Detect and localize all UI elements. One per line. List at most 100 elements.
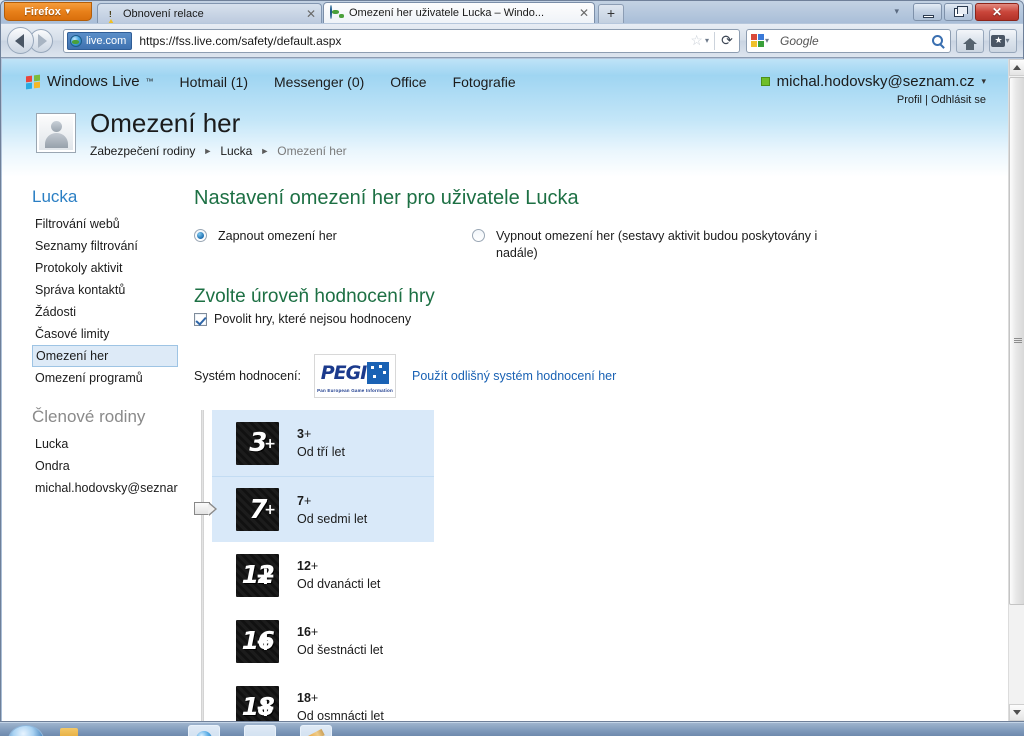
rating-description: Od osmnácti let [297,709,384,721]
chevron-right-icon: ► [260,146,270,156]
nav-item-fotografie[interactable]: Fotografie [453,74,516,90]
rating-item-12plus[interactable]: 12 + 12+ Od dvanácti let [212,542,434,608]
new-tab-button[interactable]: + [598,4,624,23]
radio-option-disable[interactable]: Vypnout omezení her (sestavy aktivit bud… [472,228,842,262]
radio-button-icon[interactable] [194,229,207,242]
windows-live-nav: Windows Live ™ Hotmail (1) Messenger (0) … [26,73,516,90]
bookmarks-button[interactable]: ★ ▾ [989,28,1017,53]
tab-session-restore[interactable]: Obnovení relace ✕ [97,3,322,23]
pegi-wordmark: PEGI [320,362,368,384]
slider-track-line [201,410,204,721]
rating-age-suffix: + [303,493,312,508]
close-icon[interactable]: ✕ [305,8,317,20]
sidebar-item-web-filtering[interactable]: Filtrování webů [32,213,194,235]
windows-live-header: Windows Live ™ Hotmail (1) Messenger (0) … [2,59,1008,177]
chevron-down-icon: ▼ [63,7,72,17]
nav-item-office[interactable]: Office [390,74,426,90]
sidebar-family-member-lucka[interactable]: Lucka [32,433,194,455]
nav-item-hotmail[interactable]: Hotmail (1) [180,74,248,90]
change-rating-system-link[interactable]: Použít odlišný systém hodnocení her [412,369,616,383]
breadcrumb-item-family-safety[interactable]: Zabezpečení rodiny [90,144,195,158]
enable-disable-radio-group: Zapnout omezení her Vypnout omezení her … [194,228,1008,262]
minimize-button[interactable] [913,3,942,21]
bookmark-star-icon[interactable]: ☆ [688,32,705,49]
start-button[interactable] [8,725,44,736]
badge-plus: + [255,560,276,590]
allow-unrated-checkbox-row[interactable]: Povolit hry, které nejsou hodnoceny [194,312,1008,326]
radio-option-enable[interactable]: Zapnout omezení her [194,228,472,245]
rating-item-7plus[interactable]: 7 + 7+ Od sedmi let [212,476,434,542]
scroll-up-button[interactable] [1009,59,1024,76]
close-window-button[interactable]: ✕ [975,3,1019,21]
page-scrollbar[interactable] [1008,59,1024,721]
sidebar-item-requests[interactable]: Žádosti [32,301,194,323]
home-button[interactable] [956,28,984,53]
scroll-down-button[interactable] [1009,704,1024,721]
scroll-down-arrow-icon [1013,710,1021,715]
taskbar-item-window[interactable] [244,725,276,736]
back-button[interactable] [7,27,34,54]
pegi-square-icon [367,362,390,384]
sidebar-item-filter-lists[interactable]: Seznamy filtrování [32,235,194,257]
avatar [36,113,76,153]
sidebar-item-program-restrictions[interactable]: Omezení programů [32,367,194,389]
site-identity-badge[interactable]: live.com [67,31,133,50]
pegi-badge-16-icon: 16 + [236,619,279,663]
rating-age-number: 18 [297,691,311,705]
firefox-menu-button[interactable]: Firefox ▼ [4,2,92,21]
signout-link[interactable]: Odhlásit se [931,94,986,106]
rating-slider-track[interactable] [194,410,217,721]
search-bar[interactable]: ▾ Google [746,28,951,53]
pegi-badge-18-icon: 18 + [236,685,279,721]
rating-item-18plus[interactable]: 18 + 18+ Od osmnácti let [212,674,434,721]
maximize-button[interactable] [944,3,973,21]
search-input[interactable]: Google [774,34,932,48]
breadcrumb-item-lucka[interactable]: Lucka [220,144,252,158]
rating-age-number: 16 [297,625,311,639]
rating-item-3plus[interactable]: 3 + 3+ Od tří let [212,410,434,476]
sidebar: Lucka Filtrování webů Seznamy filtrování… [2,177,194,721]
scrollbar-thumb[interactable] [1009,77,1024,605]
rating-age-suffix: + [310,625,319,639]
scroll-up-arrow-icon [1013,65,1021,70]
sidebar-item-time-limits[interactable]: Časové limity [32,323,194,345]
slider-handle[interactable] [194,502,217,516]
breadcrumb-item-current: Omezení her [277,144,347,158]
rating-item-16plus[interactable]: 16 + 16+ Od šestnácti let [212,608,434,674]
taskbar-folder-icon[interactable] [60,728,78,736]
profile-link[interactable]: Profil [897,94,922,106]
taskbar-item-editor[interactable] [300,725,332,736]
reload-button[interactable]: ⟳ [715,32,739,49]
web-page: Windows Live ™ Hotmail (1) Messenger (0) … [2,59,1008,721]
nav-item-messenger[interactable]: Messenger (0) [274,74,364,90]
address-bar[interactable]: live.com https://fss.live.com/safety/def… [63,28,740,53]
rating-text: 18+ Od osmnácti let [297,689,384,721]
account-links: Profil | Odhlásit se [761,94,986,106]
tab-list-chevron-down-icon[interactable]: ▾ [894,6,899,17]
sidebar-item-contact-management[interactable]: Správa kontaktů [32,279,194,301]
close-icon[interactable]: ✕ [578,7,590,19]
sidebar-item-game-restrictions[interactable]: Omezení her [32,345,178,367]
page-title: Omezení her [90,108,241,138]
rating-age: 7+ [297,492,367,510]
search-icon[interactable] [932,35,943,46]
chevron-down-icon[interactable]: ▾ [705,36,714,45]
account-menu[interactable]: michal.hodovsky@seznam.cz ▾ [760,73,986,90]
sidebar-item-activity-logs[interactable]: Protokoly aktivit [32,257,194,279]
sidebar-user-heading: Lucka [32,187,78,206]
navigation-toolbar: live.com https://fss.live.com/safety/def… [1,24,1023,58]
pegi-badge-12-icon: 12 + [236,553,279,597]
taskbar-item-browser[interactable] [188,725,220,736]
rating-system-label: Systém hodnocení: [194,369,302,383]
tab-game-restrictions[interactable]: Omezení her uživatele Lucka – Windo... ✕ [323,2,595,23]
sidebar-family-member-michal[interactable]: michal.hodovsky@seznar [32,477,194,499]
rating-list: 3 + 3+ Od tří let 7 + 7+ Od sedmi let 12… [212,410,434,721]
sidebar-family-member-ondra[interactable]: Ondra [32,455,194,477]
checkbox-icon[interactable] [194,312,207,326]
account-email: michal.hodovsky@seznam.cz [776,73,975,90]
radio-button-icon[interactable] [472,229,485,242]
windows-live-logo-link[interactable]: Windows Live ™ [26,73,154,90]
chevron-down-icon[interactable]: ▾ [765,36,774,45]
url-text[interactable]: https://fss.live.com/safety/default.aspx [132,34,688,48]
